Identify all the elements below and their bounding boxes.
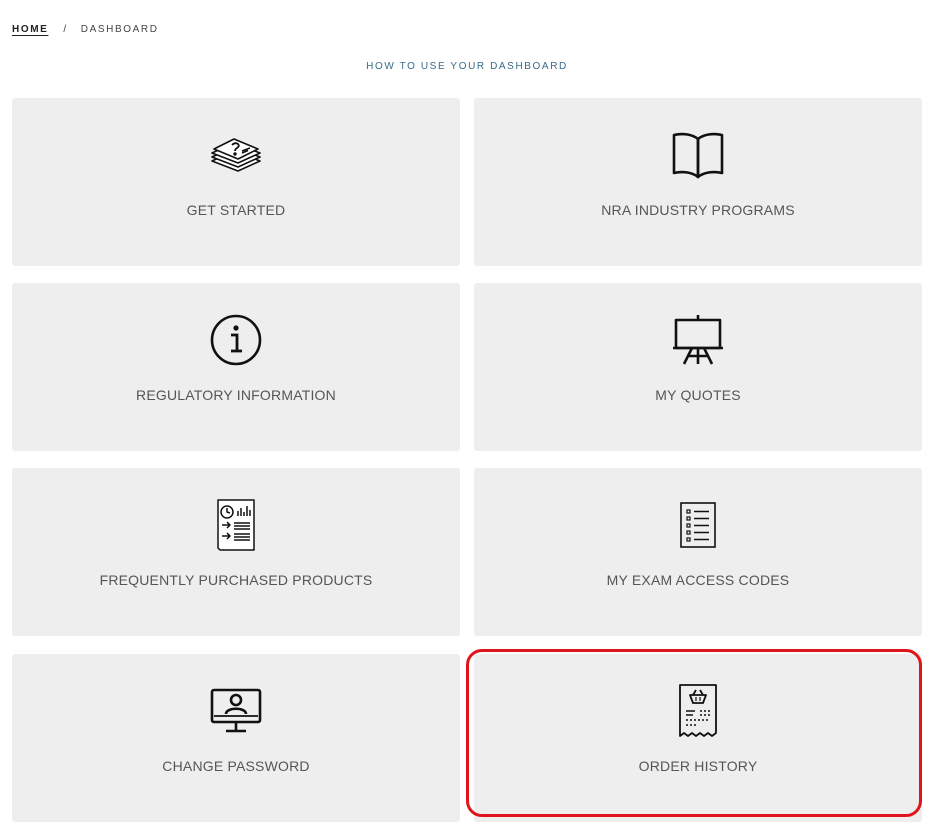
tile-change-password[interactable]: CHANGE PASSWORD: [12, 654, 460, 822]
tile-label: FREQUENTLY PURCHASED PRODUCTS: [99, 572, 373, 588]
tile-label: REGULATORY INFORMATION: [136, 387, 336, 403]
tile-my-quotes[interactable]: MY QUOTES: [474, 283, 922, 451]
tile-label: MY QUOTES: [655, 387, 741, 403]
tile-get-started[interactable]: GET STARTED: [12, 98, 460, 266]
breadcrumb-separator: /: [63, 24, 68, 35]
tile-label: MY EXAM ACCESS CODES: [606, 572, 790, 588]
tile-frequently-purchased-products[interactable]: FREQUENTLY PURCHASED PRODUCTS: [12, 468, 460, 636]
breadcrumb-home-link[interactable]: HOME: [12, 24, 48, 35]
tile-label: GET STARTED: [186, 202, 286, 218]
tile-nra-industry-programs[interactable]: NRA INDUSTRY PROGRAMS: [474, 98, 922, 266]
how-to-use-dashboard-link[interactable]: HOW TO USE YOUR DASHBOARD: [0, 61, 934, 72]
tile-label: NRA INDUSTRY PROGRAMS: [601, 202, 795, 218]
easel-presentation-icon: [474, 311, 922, 369]
report-document-icon: [12, 496, 460, 554]
monitor-user-icon: [12, 682, 460, 740]
receipt-basket-icon: [474, 682, 922, 740]
tile-label: CHANGE PASSWORD: [162, 758, 310, 774]
breadcrumb: HOME / DASHBOARD: [12, 24, 159, 35]
tile-my-exam-access-codes[interactable]: MY EXAM ACCESS CODES: [474, 468, 922, 636]
tile-order-history[interactable]: ORDER HISTORY: [474, 654, 922, 822]
checklist-document-icon: [474, 496, 922, 554]
open-book-icon: [474, 126, 922, 184]
breadcrumb-current: DASHBOARD: [80, 24, 159, 35]
tile-regulatory-information[interactable]: REGULATORY INFORMATION: [12, 283, 460, 451]
info-circle-icon: [12, 311, 460, 369]
tile-label: ORDER HISTORY: [638, 758, 758, 774]
stack-of-papers-icon: [12, 126, 460, 184]
